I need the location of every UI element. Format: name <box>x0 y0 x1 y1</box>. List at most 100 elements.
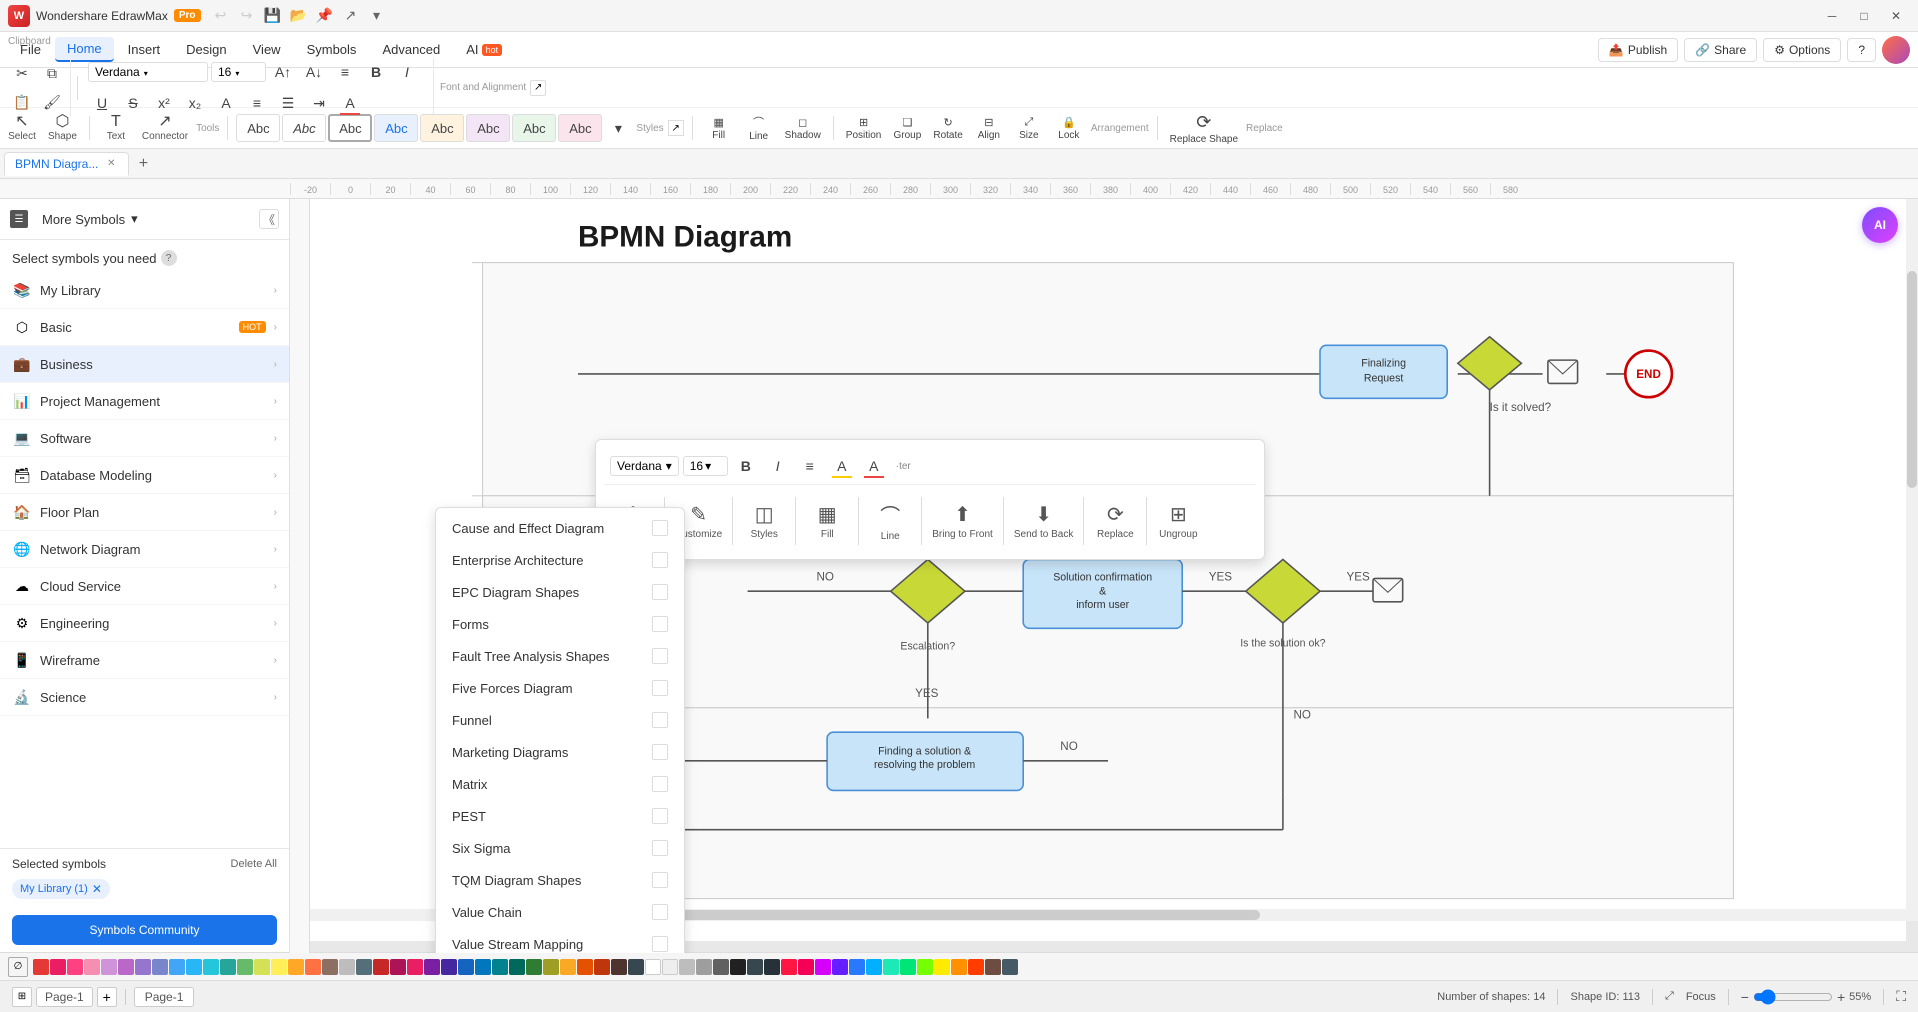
no-fill-btn[interactable]: ∅ <box>8 957 28 977</box>
color-gray-700[interactable] <box>713 959 729 975</box>
publish-btn[interactable]: 📤 Publish <box>1598 38 1678 62</box>
options-btn[interactable]: ⚙ Options <box>1763 38 1841 62</box>
float-fill-btn[interactable]: ▦ Fill <box>802 493 852 549</box>
indent-btn[interactable]: ⇥ <box>305 89 333 117</box>
color-indigo[interactable] <box>135 959 151 975</box>
font-name-selector[interactable]: Verdana <box>88 62 208 82</box>
color-accent-purple[interactable] <box>815 959 831 975</box>
size-btn[interactable]: ⤢ Size <box>1011 112 1047 144</box>
lib-item-project-management[interactable]: 📊 Project Management › <box>0 383 289 420</box>
float-send-back-btn[interactable]: ⬇ Send to Back <box>1010 493 1077 549</box>
style-abc-5[interactable]: Abc <box>420 114 464 142</box>
color-slate[interactable] <box>747 959 763 975</box>
color-medium-blue-gray[interactable] <box>1002 959 1018 975</box>
redo-btn[interactable]: ↪ <box>235 4 259 28</box>
fit-page-btn[interactable]: ⤢ <box>1665 990 1674 1003</box>
color-accent-green[interactable] <box>900 959 916 975</box>
fill-btn[interactable]: ▦ Fill <box>701 112 737 144</box>
color-accent-teal[interactable] <box>883 959 899 975</box>
color-dark-deep-orange[interactable] <box>594 959 610 975</box>
scroll-thumb-v[interactable] <box>1907 271 1917 488</box>
menu-ai[interactable]: AI hot <box>454 38 514 61</box>
align-tool-btn[interactable]: ⊟ Align <box>971 112 1007 144</box>
font-shrink-btn[interactable]: A↓ <box>300 58 328 86</box>
color-pink-pale[interactable] <box>84 959 100 975</box>
dropdown-pest[interactable]: PEST <box>436 800 684 832</box>
close-btn[interactable]: ✕ <box>1882 2 1910 30</box>
dropdown-tqm[interactable]: TQM Diagram Shapes <box>436 864 684 896</box>
color-gray-400[interactable] <box>696 959 712 975</box>
lock-btn[interactable]: 🔒 Lock <box>1051 112 1087 144</box>
color-blue-light[interactable] <box>169 959 185 975</box>
color-accent-light-blue[interactable] <box>866 959 882 975</box>
color-white[interactable] <box>645 959 661 975</box>
style-abc-1[interactable]: Abc <box>236 114 280 142</box>
dropdown-enterprise-arch[interactable]: Enterprise Architecture <box>436 544 684 576</box>
color-dark-cyan[interactable] <box>492 959 508 975</box>
lib-item-business[interactable]: 💼 Business › <box>0 346 289 383</box>
my-library-tag[interactable]: My Library (1) ✕ <box>12 879 110 899</box>
lib-item-software[interactable]: 💻 Software › <box>0 420 289 457</box>
position-btn[interactable]: ⊞ Position <box>842 112 886 144</box>
color-dark-orange[interactable] <box>577 959 593 975</box>
color-accent-deep-purple[interactable] <box>832 959 848 975</box>
color-deep-orange[interactable] <box>305 959 321 975</box>
color-gray[interactable] <box>339 959 355 975</box>
float-bring-front-btn[interactable]: ⬆ Bring to Front <box>928 493 997 549</box>
fullscreen-btn[interactable]: ⛶ <box>1896 988 1906 1005</box>
color-brown[interactable] <box>322 959 338 975</box>
color-blue-gray[interactable] <box>356 959 372 975</box>
delete-all-btn[interactable]: Delete All <box>231 858 277 870</box>
shape-tool-btn[interactable]: ⬡ Shape <box>44 112 81 144</box>
tab-bpmn-close[interactable]: ✕ <box>104 157 118 171</box>
float-font-selector[interactable]: Verdana ▾ <box>610 456 679 476</box>
dropdown-value-stream[interactable]: Value Stream Mapping <box>436 928 684 953</box>
float-font-size-selector[interactable]: 16 ▾ <box>683 456 728 476</box>
dropdown-fault-tree[interactable]: Fault Tree Analysis Shapes <box>436 640 684 672</box>
color-red[interactable] <box>33 959 49 975</box>
lib-item-engineering[interactable]: ⚙ Engineering › <box>0 605 289 642</box>
zoom-slider[interactable] <box>1753 989 1833 1005</box>
canvas-area[interactable]: BPMN Diagram YES Is it solved? Finalizin… <box>290 199 1918 953</box>
float-bold-btn[interactable]: B <box>732 452 760 480</box>
dropdown-six-sigma[interactable]: Six Sigma <box>436 832 684 864</box>
color-cyan[interactable] <box>203 959 219 975</box>
color-light-blue[interactable] <box>186 959 202 975</box>
group-btn[interactable]: ❑ Group <box>889 112 925 144</box>
cloud-open-btn[interactable]: 📂 <box>287 4 311 28</box>
color-dark-indigo[interactable] <box>441 959 457 975</box>
lib-item-my-library[interactable]: 📚 My Library › <box>0 272 289 309</box>
add-page-btn[interactable]: + <box>97 987 117 1007</box>
scrollbar-vertical[interactable] <box>1906 199 1918 921</box>
color-dark-green[interactable] <box>526 959 542 975</box>
current-page-tab[interactable]: Page-1 <box>134 987 195 1007</box>
style-abc-6[interactable]: Abc <box>466 114 510 142</box>
color-accent-red[interactable] <box>781 959 797 975</box>
font-size-selector[interactable]: 16 <box>211 62 266 82</box>
style-abc-8[interactable]: Abc <box>558 114 602 142</box>
color-dark-slate[interactable] <box>764 959 780 975</box>
float-align-btn[interactable]: ≡ <box>796 452 824 480</box>
dropdown-matrix[interactable]: Matrix <box>436 768 684 800</box>
color-dark-brown[interactable] <box>611 959 627 975</box>
expand-font-btn[interactable]: ↗ <box>530 80 546 96</box>
float-color-btn[interactable]: A <box>860 452 888 480</box>
more-btn[interactable]: ▾ <box>365 4 389 28</box>
font-grow-btn[interactable]: A↑ <box>269 58 297 86</box>
tab-bpmn[interactable]: BPMN Diagra... ✕ <box>4 152 129 176</box>
share-btn2[interactable]: ↗ <box>339 4 363 28</box>
tag-close[interactable]: ✕ <box>92 882 102 896</box>
dropdown-forms[interactable]: Forms <box>436 608 684 640</box>
dropdown-funnel[interactable]: Funnel <box>436 704 684 736</box>
style-abc-3[interactable]: Abc <box>328 114 372 142</box>
lib-item-network-diagram[interactable]: 🌐 Network Diagram › <box>0 531 289 568</box>
color-mid-gray[interactable] <box>679 959 695 975</box>
expand-styles-btn[interactable]: ↗ <box>668 120 684 136</box>
minimize-btn[interactable]: ─ <box>1818 2 1846 30</box>
color-lime[interactable] <box>254 959 270 975</box>
bold-btn[interactable]: B <box>362 58 390 86</box>
maximize-btn[interactable]: □ <box>1850 2 1878 30</box>
color-green[interactable] <box>237 959 253 975</box>
dropdown-marketing[interactable]: Marketing Diagrams <box>436 736 684 768</box>
color-accent-deep-orange[interactable] <box>968 959 984 975</box>
